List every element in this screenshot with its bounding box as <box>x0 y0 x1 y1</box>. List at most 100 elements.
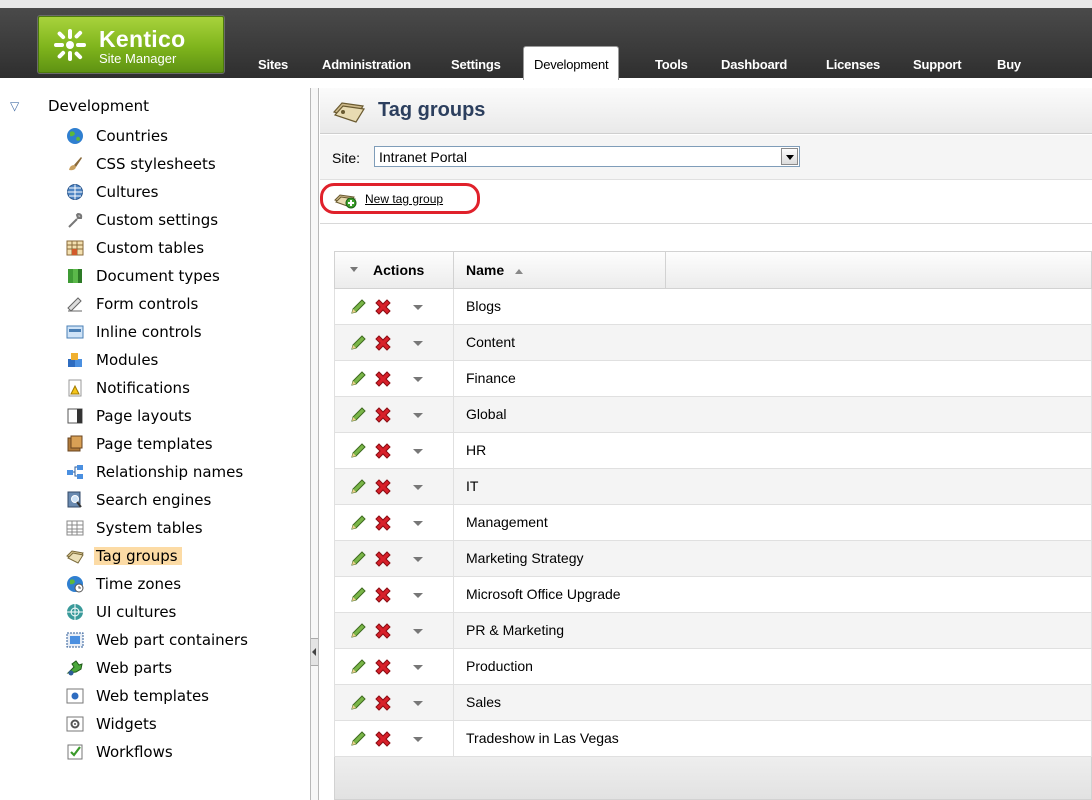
tag-group-name[interactable]: PR & Marketing <box>466 622 564 638</box>
delete-x-icon[interactable] <box>373 549 393 569</box>
dropdown-arrow-icon[interactable] <box>781 148 798 165</box>
tree-item-web-part-containers[interactable]: Web part containers <box>66 629 291 653</box>
tree-item-countries[interactable]: Countries <box>66 125 291 149</box>
tag-group-name[interactable]: Content <box>466 334 515 350</box>
tag-group-name[interactable]: Marketing Strategy <box>466 550 584 566</box>
row-menu-arrow-icon[interactable] <box>413 305 423 310</box>
edit-pencil-icon[interactable] <box>349 586 367 604</box>
tag-group-name[interactable]: Blogs <box>466 298 501 314</box>
actions-column-header[interactable]: Actions <box>335 252 454 288</box>
delete-x-icon[interactable] <box>373 369 393 389</box>
edit-pencil-icon[interactable] <box>349 334 367 352</box>
row-menu-arrow-icon[interactable] <box>413 593 423 598</box>
tree-item-system-tables[interactable]: System tables <box>66 517 291 541</box>
edit-pencil-icon[interactable] <box>349 442 367 460</box>
tag-group-name[interactable]: Production <box>466 658 533 674</box>
tab-administration[interactable]: Administration <box>322 57 411 78</box>
delete-x-icon[interactable] <box>373 441 393 461</box>
tree-item-web-parts[interactable]: Web parts <box>66 657 291 681</box>
tree-item-ui-cultures[interactable]: UI cultures <box>66 601 291 625</box>
delete-x-icon[interactable] <box>373 405 393 425</box>
delete-x-icon[interactable] <box>373 621 393 641</box>
tree-item-cultures[interactable]: Cultures <box>66 181 291 205</box>
tree-item-modules[interactable]: Modules <box>66 349 291 373</box>
kentico-logo[interactable]: Kentico Site Manager <box>38 16 224 73</box>
tree-item-workflows[interactable]: Workflows <box>66 741 291 765</box>
tag-group-name[interactable]: IT <box>466 478 478 494</box>
edit-pencil-icon[interactable] <box>349 550 367 568</box>
edit-pencil-icon[interactable] <box>349 658 367 676</box>
tag-group-name[interactable]: Tradeshow in Las Vegas <box>466 730 619 746</box>
tab-support[interactable]: Support <box>913 57 962 78</box>
tree-item-page-templates[interactable]: Page templates <box>66 433 291 457</box>
tab-development[interactable]: Development <box>523 46 620 80</box>
row-menu-arrow-icon[interactable] <box>413 413 423 418</box>
tree-item-custom-settings[interactable]: Custom settings <box>66 209 291 233</box>
tree-item-relationship-names[interactable]: Relationship names <box>66 461 291 485</box>
delete-x-icon[interactable] <box>373 729 393 749</box>
tree-item-notifications[interactable]: Notifications <box>66 377 291 401</box>
tree-item-search-engines[interactable]: Search engines <box>66 489 291 513</box>
tag-group-name[interactable]: HR <box>466 442 486 458</box>
new-tag-group-button[interactable]: New tag group <box>320 183 480 214</box>
site-label: Site: <box>332 150 361 166</box>
tree-item-web-templates[interactable]: Web templates <box>66 685 291 709</box>
collapse-arrow-icon[interactable]: ▽ <box>10 99 19 113</box>
row-menu-arrow-icon[interactable] <box>413 701 423 706</box>
tag-group-name[interactable]: Microsoft Office Upgrade <box>466 586 621 602</box>
edit-pencil-icon[interactable] <box>349 406 367 424</box>
row-menu-arrow-icon[interactable] <box>413 629 423 634</box>
row-actions <box>335 397 454 432</box>
tree-item-inline-controls[interactable]: Inline controls <box>66 321 291 345</box>
edit-pencil-icon[interactable] <box>349 298 367 316</box>
edit-pencil-icon[interactable] <box>349 514 367 532</box>
tree-item-document-types[interactable]: Document types <box>66 265 291 289</box>
delete-x-icon[interactable] <box>373 657 393 677</box>
tag-group-name[interactable]: Global <box>466 406 506 422</box>
delete-x-icon[interactable] <box>373 693 393 713</box>
tree-item-css-stylesheets[interactable]: CSS stylesheets <box>66 153 291 177</box>
tab-settings[interactable]: Settings <box>451 57 501 78</box>
tree-item-label: Custom settings <box>96 211 219 229</box>
delete-x-icon[interactable] <box>373 297 393 317</box>
tree-item-label: Tag groups <box>94 547 182 565</box>
delete-x-icon[interactable] <box>373 513 393 533</box>
row-menu-arrow-icon[interactable] <box>413 737 423 742</box>
new-tag-group-label[interactable]: New tag group <box>365 192 443 206</box>
row-menu-arrow-icon[interactable] <box>413 377 423 382</box>
tab-tools[interactable]: Tools <box>655 57 688 78</box>
delete-x-icon[interactable] <box>373 585 393 605</box>
collapse-pane-button[interactable] <box>311 638 318 666</box>
tab-buy[interactable]: Buy <box>997 57 1021 78</box>
tab-dashboard[interactable]: Dashboard <box>721 57 787 78</box>
row-menu-arrow-icon[interactable] <box>413 557 423 562</box>
tree-item-time-zones[interactable]: Time zones <box>66 573 291 597</box>
pane-splitter[interactable] <box>310 88 319 800</box>
tab-licenses[interactable]: Licenses <box>826 57 880 78</box>
row-menu-arrow-icon[interactable] <box>413 521 423 526</box>
row-menu-arrow-icon[interactable] <box>413 341 423 346</box>
edit-pencil-icon[interactable] <box>349 730 367 748</box>
table-row: Sales <box>334 685 1092 721</box>
edit-pencil-icon[interactable] <box>349 478 367 496</box>
edit-pencil-icon[interactable] <box>349 370 367 388</box>
row-menu-arrow-icon[interactable] <box>413 449 423 454</box>
name-column-header[interactable]: Name <box>454 252 666 288</box>
row-menu-arrow-icon[interactable] <box>413 665 423 670</box>
row-menu-arrow-icon[interactable] <box>413 485 423 490</box>
tree-item-page-layouts[interactable]: Page layouts <box>66 405 291 429</box>
tree-item-form-controls[interactable]: Form controls <box>66 293 291 317</box>
tag-group-name[interactable]: Finance <box>466 370 516 386</box>
tab-sites[interactable]: Sites <box>258 57 288 78</box>
tree-item-widgets[interactable]: Widgets <box>66 713 291 737</box>
tree-item-custom-tables[interactable]: Custom tables <box>66 237 291 261</box>
delete-x-icon[interactable] <box>373 477 393 497</box>
actions-menu-icon[interactable] <box>350 267 358 272</box>
edit-pencil-icon[interactable] <box>349 622 367 640</box>
tag-group-name[interactable]: Sales <box>466 694 501 710</box>
site-dropdown[interactable]: Intranet Portal <box>374 146 800 167</box>
tree-item-tag-groups[interactable]: Tag groups <box>66 545 291 569</box>
delete-x-icon[interactable] <box>373 333 393 353</box>
edit-pencil-icon[interactable] <box>349 694 367 712</box>
tag-group-name[interactable]: Management <box>466 514 548 530</box>
